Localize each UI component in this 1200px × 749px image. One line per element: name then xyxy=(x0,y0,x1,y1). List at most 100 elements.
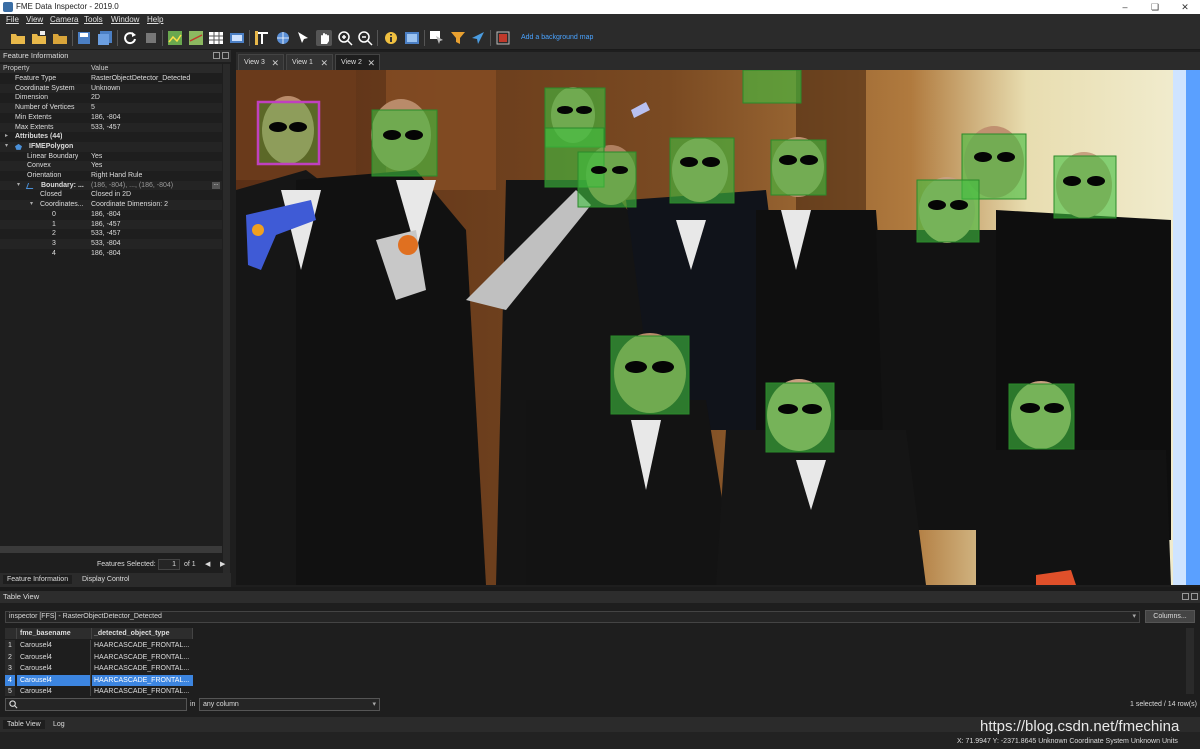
background-map-icon[interactable] xyxy=(495,30,511,46)
table-row[interactable]: 1 Carousel4 HAARCASCADE_FRONTAL... xyxy=(5,640,193,652)
prop-row[interactable]: 2 533, -457 xyxy=(0,229,222,239)
prev-feature-icon[interactable]: ◀ xyxy=(205,560,210,568)
close-icon[interactable]: ✕ xyxy=(1170,0,1200,14)
save-as-icon[interactable] xyxy=(97,30,113,46)
menu-tools[interactable]: Tools xyxy=(84,15,103,24)
table-view-header: Table View xyxy=(0,591,1200,603)
tab-view-2[interactable]: View 2 ✕ xyxy=(335,54,380,70)
prop-row[interactable]: Dimension 2D xyxy=(0,93,222,103)
prop-row[interactable]: Feature Type RasterObjectDetector_Detecte… xyxy=(0,74,222,84)
prop-row[interactable]: ▸ Attributes (44) xyxy=(0,132,222,142)
tab-display-control[interactable]: Display Control xyxy=(78,575,133,584)
close-tab-icon[interactable]: ✕ xyxy=(320,55,328,71)
table-scrollbar[interactable] xyxy=(1186,628,1194,694)
col-fme-basename[interactable]: fme_basename xyxy=(17,628,92,639)
open-folder-icon[interactable] xyxy=(10,30,26,46)
tab-label: View 2 xyxy=(341,59,362,66)
col-detected-object-type[interactable]: _detected_object_type xyxy=(92,628,193,639)
tab-feature-information[interactable]: Feature Information xyxy=(3,575,73,584)
col-property[interactable]: Property xyxy=(3,64,29,73)
minimize-icon[interactable]: – xyxy=(1110,0,1140,14)
prop-row[interactable]: Orientation Right Hand Rule xyxy=(0,171,222,181)
float-panel-icon[interactable] xyxy=(1182,593,1189,600)
map-frame-icon[interactable] xyxy=(404,30,420,46)
more-button[interactable]: ... xyxy=(212,181,220,189)
next-feature-icon[interactable]: ▶ xyxy=(220,560,225,568)
stop-icon[interactable] xyxy=(143,30,159,46)
panel-tabs: Feature Information Display Control xyxy=(0,573,231,587)
table-row-selected[interactable]: 4 Carousel4 HAARCASCADE_FRONTAL... xyxy=(5,674,193,686)
feature-type-select[interactable]: inspector [FFS] - RasterObjectDetector_D… xyxy=(5,611,1140,623)
prop-row[interactable]: 0 186, -804 xyxy=(0,210,222,220)
chevron-down-icon: ▾ xyxy=(372,701,376,708)
prop-row[interactable]: Max Extents 533, -457 xyxy=(0,122,222,133)
menu-window[interactable]: Window xyxy=(111,15,139,24)
property-table-header: Property Value xyxy=(0,64,222,73)
table-view-panel: Table View inspector [FFS] - RasterObjec… xyxy=(0,591,1200,749)
save-icon[interactable] xyxy=(77,30,93,46)
tab-view-1[interactable]: View 1 ✕ xyxy=(286,54,333,70)
prop-row[interactable]: ▾ Coordinates... Coordinate Dimension: 2 xyxy=(0,200,222,210)
prop-row[interactable]: 4 186, -804 xyxy=(0,249,222,259)
table-row[interactable]: 3 Carousel4 HAARCASCADE_FRONTAL... xyxy=(5,663,193,675)
select-tool-icon[interactable] xyxy=(295,30,311,46)
polygon-icon xyxy=(15,143,22,150)
close-panel-icon[interactable] xyxy=(222,52,229,59)
title-bar: FME Data Inspector - 2019.0 – ❏ ✕ xyxy=(0,0,1200,14)
collapse-arrow-icon: ▾ xyxy=(5,142,9,149)
prop-row[interactable]: Convex Yes xyxy=(0,161,222,171)
table-row[interactable]: 2 Carousel4 HAARCASCADE_FRONTAL... xyxy=(5,651,193,663)
prop-row[interactable]: ▾ IFMEPolygon xyxy=(0,141,222,152)
menu-camera[interactable]: Camera xyxy=(50,15,78,24)
prop-row[interactable]: ▾ Boundary: ... (186, -804), ..., (186, -8… xyxy=(0,180,222,191)
select-table-icon[interactable] xyxy=(429,30,445,46)
table-row[interactable]: 5 Carousel4 HAARCASCADE_FRONTAL... xyxy=(5,686,193,696)
corner-cell[interactable] xyxy=(5,628,17,639)
tab-view-3[interactable]: View 3 ✕ xyxy=(238,54,284,70)
close-tab-icon[interactable]: ✕ xyxy=(367,55,375,71)
zoom-out-icon[interactable] xyxy=(357,30,373,46)
globe-icon[interactable] xyxy=(275,30,291,46)
tab-log[interactable]: Log xyxy=(49,720,69,729)
collapse-arrow-icon: ▾ xyxy=(30,201,34,208)
pan-hand-icon[interactable] xyxy=(316,30,332,46)
col-value[interactable]: Value xyxy=(91,64,108,73)
text-tool-icon[interactable] xyxy=(254,30,270,46)
column-filter-select[interactable]: any column ▾ xyxy=(199,698,380,711)
prop-row[interactable]: Linear Boundary Yes xyxy=(0,152,222,162)
open-dataset-icon[interactable] xyxy=(31,30,47,46)
panel-title: Feature Information xyxy=(3,51,69,60)
vertical-scrollbar[interactable] xyxy=(223,64,230,596)
menu-view[interactable]: View xyxy=(26,15,43,24)
horizontal-scrollbar[interactable] xyxy=(0,546,222,553)
menu-file[interactable]: File xyxy=(6,15,19,24)
navigate-icon[interactable] xyxy=(470,30,486,46)
chevron-down-icon: ▾ xyxy=(1132,613,1136,620)
prop-row[interactable]: Closed Closed in 2D xyxy=(0,190,222,200)
prop-row[interactable]: Min Extents 186, -804 xyxy=(0,113,222,123)
feature-index-input[interactable]: 1 xyxy=(158,559,180,570)
filter-icon[interactable] xyxy=(450,30,466,46)
refresh-icon[interactable] xyxy=(122,30,138,46)
columns-button[interactable]: Columns... xyxy=(1145,610,1195,623)
add-background-map-link[interactable]: Add a background map xyxy=(521,34,593,41)
zoom-in-icon[interactable] xyxy=(337,30,353,46)
prop-row[interactable]: 3 533, -804 xyxy=(0,238,222,249)
view-3d-icon[interactable] xyxy=(188,30,204,46)
view-2d-icon[interactable] xyxy=(167,30,183,46)
info-icon[interactable] xyxy=(383,30,399,46)
prop-row[interactable]: Coordinate System Unknown xyxy=(0,83,222,94)
menu-help[interactable]: Help xyxy=(147,15,163,24)
table-icon[interactable] xyxy=(208,30,224,46)
close-tab-icon[interactable]: ✕ xyxy=(271,55,279,71)
map-view[interactable] xyxy=(236,70,1200,585)
folder-icon[interactable] xyxy=(52,30,68,46)
view-window-icon[interactable] xyxy=(229,30,245,46)
prop-row[interactable]: Number of Vertices 5 xyxy=(0,103,222,113)
prop-row[interactable]: 1 186, -457 xyxy=(0,219,222,230)
tab-table-view[interactable]: Table View xyxy=(3,720,45,729)
close-panel-icon[interactable] xyxy=(1191,593,1198,600)
restore-icon[interactable]: ❏ xyxy=(1140,0,1170,14)
search-input[interactable] xyxy=(5,698,187,711)
float-panel-icon[interactable] xyxy=(213,52,220,59)
